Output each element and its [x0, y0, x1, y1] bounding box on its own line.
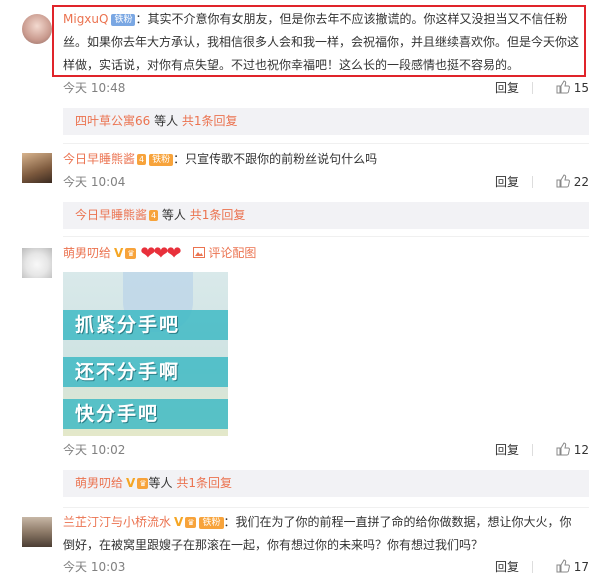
image-icon: [193, 247, 206, 258]
image-caption-line: 还不分手啊: [63, 357, 228, 387]
thumbs-up-icon: [556, 174, 570, 188]
comment-item: MigxuQ 铁粉 ：其实不介意你有女朋友，但是你去年不应该撤谎的。你这样又没担当又…: [0, 0, 601, 135]
thumbs-up-icon: [556, 442, 570, 456]
sub-reply-text: 等人: [148, 476, 177, 490]
like-count: 15: [573, 81, 589, 95]
reply-button[interactable]: 回复: [495, 440, 519, 460]
fan-badge: 铁粉: [111, 14, 136, 26]
comment-time: 今天 10:02: [63, 443, 126, 457]
comment-item: 兰芷汀汀与小桥流水 V ♛ 铁粉 ：我们在为了你的前程一直拼了命的给你做数据，想让你大火…: [0, 509, 601, 583]
reply-button[interactable]: 回复: [495, 557, 519, 577]
fan-badge: 铁粉: [149, 154, 174, 166]
verified-icon: V: [174, 515, 184, 529]
avatar[interactable]: [22, 517, 52, 547]
comment-body: 兰芷汀汀与小桥流水 V ♛ 铁粉 ：我们在为了你的前程一直拼了命的给你做数据，想让你大火…: [63, 511, 579, 557]
sub-reply-text: 等人: [158, 208, 190, 222]
comment-item: 今日早睡熊酱 4 铁粉 ：只宣传歌不跟你的前粉丝说句什么吗 今天 10:04 回复 2…: [0, 145, 601, 235]
level-badge: ♛: [125, 248, 137, 259]
comment-username[interactable]: 萌男叨给: [63, 246, 111, 260]
level-badge: 4: [137, 154, 147, 165]
divider: [63, 143, 589, 144]
avatar[interactable]: [22, 248, 52, 278]
like-button[interactable]: 17: [556, 557, 589, 577]
divider: [63, 507, 589, 508]
comment-meta: 今天 10:02 回复 12: [63, 440, 589, 460]
avatar[interactable]: [22, 153, 52, 183]
like-button[interactable]: 22: [556, 172, 589, 192]
comment-time: 今天 10:04: [63, 175, 126, 189]
comment-username[interactable]: 今日早睡熊酱: [63, 152, 135, 166]
level-badge: 4: [149, 210, 159, 221]
reply-button[interactable]: 回复: [495, 78, 519, 98]
avatar[interactable]: [22, 14, 52, 44]
image-caption-line: 抓紧分手吧: [63, 310, 228, 340]
comment-body: 今日早睡熊酱 4 铁粉 ：只宣传歌不跟你的前粉丝说句什么吗: [63, 148, 593, 171]
like-count: 17: [573, 560, 589, 574]
reply-button[interactable]: 回复: [495, 172, 519, 192]
comment-meta: 今天 10:03 回复 17: [63, 557, 589, 577]
sub-reply-user[interactable]: 萌男叨给: [75, 476, 123, 490]
like-count: 22: [573, 175, 589, 189]
level-badge: ♛: [137, 478, 149, 489]
thumbs-up-icon: [556, 559, 570, 573]
sub-reply-count[interactable]: 共1条回复: [190, 208, 246, 222]
comment-username[interactable]: MigxuQ: [63, 12, 108, 26]
sub-reply-count[interactable]: 共1条回复: [176, 476, 232, 490]
comment-image[interactable]: 抓紧分手吧 还不分手啊 快分手吧: [63, 272, 228, 436]
comment-meta: 今天 10:04 回复 22: [63, 172, 589, 192]
comment-text: ：只宣传歌不跟你的前粉丝说句什么吗: [173, 152, 378, 166]
sub-reply-user[interactable]: 四叶草公寓66: [75, 114, 150, 128]
verified-icon: V: [114, 246, 124, 260]
comment-body: MigxuQ 铁粉 ：其实不介意你有女朋友，但是你去年不应该撤谎的。你这样又没担当又…: [63, 8, 579, 77]
verified-icon: V: [126, 476, 136, 490]
divider: [532, 444, 533, 456]
comment-username[interactable]: 兰芷汀汀与小桥流水: [63, 515, 171, 529]
thumbs-up-icon: [556, 80, 570, 94]
comment-meta: 今天 10:48 回复 15: [63, 78, 589, 98]
divider: [532, 176, 533, 188]
sub-replies[interactable]: 今日早睡熊酱 4 等人 共1条回复: [63, 202, 589, 229]
like-button[interactable]: 12: [556, 440, 589, 460]
comment-text: ：其实不介意你有女朋友，但是你去年不应该撤谎的。你这样又没担当又不信任粉丝。如果…: [63, 12, 580, 72]
sub-replies[interactable]: 萌男叨给 V ♛ 等人 共1条回复: [63, 470, 589, 497]
sub-replies[interactable]: 四叶草公寓66 等人 共1条回复: [63, 108, 589, 135]
divider: [63, 236, 589, 237]
sub-reply-user[interactable]: 今日早睡熊酱: [75, 208, 147, 222]
image-caption-line: 快分手吧: [63, 399, 228, 429]
comment-body: 萌男叨给 V ♛ ❤❤❤ 评论配图: [63, 242, 593, 265]
divider: [532, 82, 533, 94]
sub-reply-count[interactable]: 共1条回复: [182, 114, 238, 128]
divider: [532, 561, 533, 573]
comment-time: 今天 10:48: [63, 81, 126, 95]
comment-pic-link[interactable]: 评论配图: [193, 246, 256, 260]
heart-emoji: ❤❤❤: [140, 243, 181, 264]
level-badge: ♛: [185, 517, 197, 528]
sub-reply-text: 等人: [150, 114, 182, 128]
comment-time: 今天 10:03: [63, 560, 126, 574]
fan-badge: 铁粉: [199, 517, 224, 529]
like-count: 12: [573, 443, 589, 457]
like-button[interactable]: 15: [556, 78, 589, 98]
